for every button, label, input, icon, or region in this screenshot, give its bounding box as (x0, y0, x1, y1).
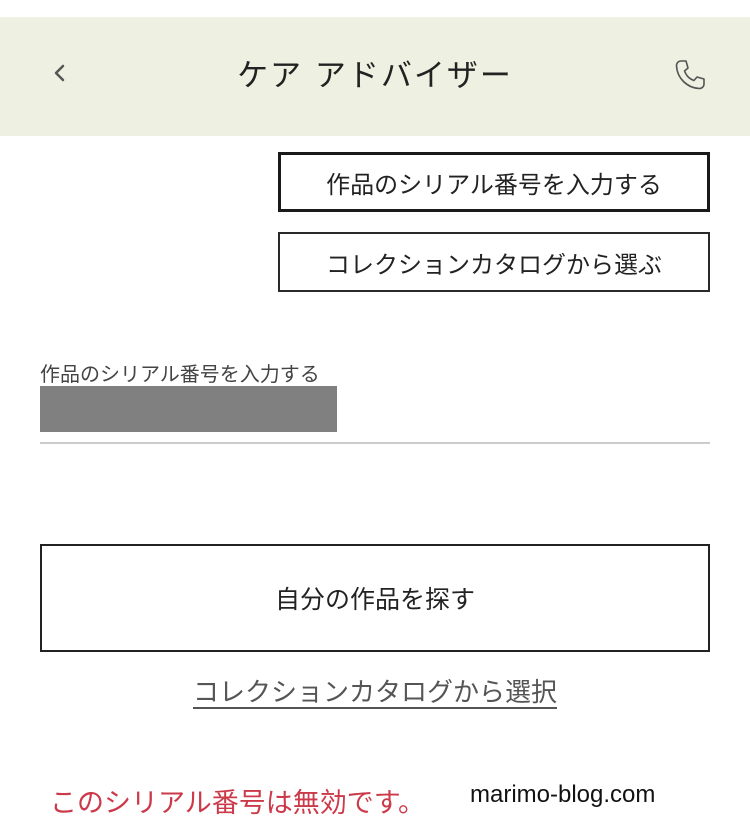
field-underline (40, 442, 710, 444)
catalog-option-button[interactable]: コレクションカタログから選ぶ (278, 232, 710, 292)
find-my-piece-label: 自分の作品を探す (274, 585, 475, 614)
watermark: marimo-blog.com (470, 781, 656, 808)
serial-option-label: 作品のシリアル番号を入力する (326, 170, 662, 199)
phone-button[interactable] (668, 55, 712, 99)
serial-field-label: 作品のシリアル番号を入力する (40, 362, 320, 386)
page-title: ケア アドバイザー (237, 58, 513, 94)
catalog-select-link[interactable]: コレクションカタログから選択 (0, 672, 750, 709)
phone-icon (672, 57, 708, 97)
catalog-option-label: コレクションカタログから選ぶ (326, 250, 662, 279)
error-message: このシリアル番号は無効です。 (50, 788, 426, 819)
serial-number-input[interactable] (40, 386, 337, 432)
find-my-piece-button[interactable]: 自分の作品を探す (40, 544, 710, 652)
serial-option-button[interactable]: 作品のシリアル番号を入力する (278, 152, 710, 212)
app-header: ケア アドバイザー (0, 17, 750, 136)
